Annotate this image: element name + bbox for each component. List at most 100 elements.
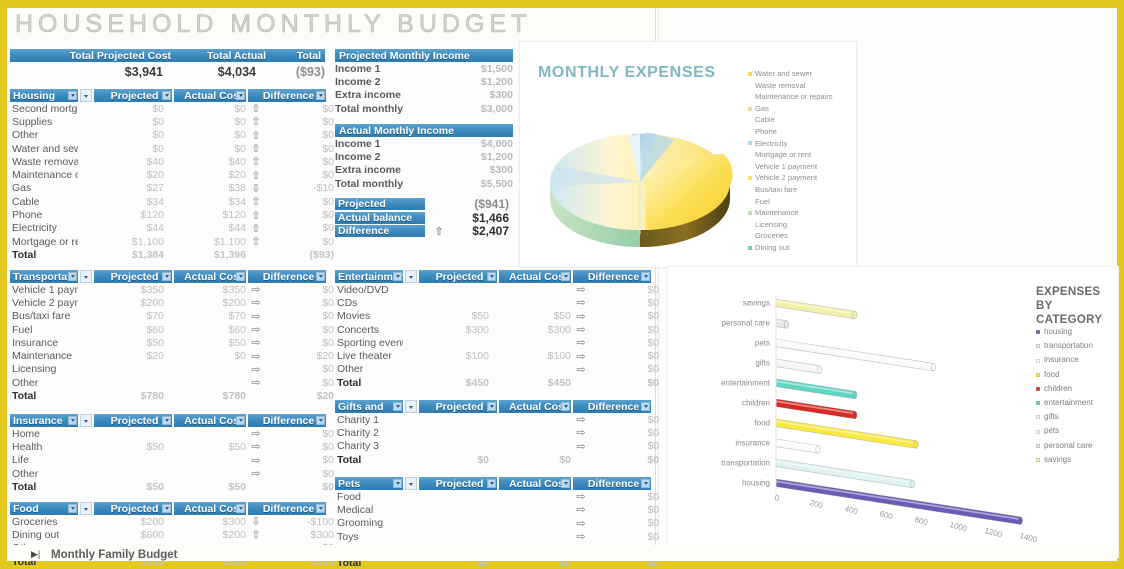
projected-income-rows: Income 1 $1,500 Income 2 $1,200 Extra income… bbox=[335, 62, 513, 115]
filter-dropdown-icon[interactable] bbox=[405, 477, 417, 490]
table-header-actual[interactable]: Actual Cos bbox=[174, 502, 246, 515]
filter-dropdown-icon[interactable] bbox=[393, 272, 402, 281]
filter-dropdown-icon[interactable] bbox=[487, 272, 496, 281]
row-label: Other bbox=[12, 467, 39, 480]
row-difference: $0 bbox=[647, 323, 659, 336]
filter-dropdown-icon[interactable] bbox=[68, 416, 77, 425]
filter-dropdown-icon[interactable] bbox=[487, 402, 496, 411]
filter-dropdown-icon[interactable] bbox=[316, 416, 325, 425]
header-label: Difference bbox=[262, 414, 315, 427]
budget-table-housing: Housing Projected Actual Cos Difference Seco… bbox=[10, 89, 338, 262]
row-trend-icon: ⇧ bbox=[251, 129, 261, 142]
header-label: Actual Cos bbox=[509, 270, 564, 283]
row-trend-icon: ⇨ bbox=[251, 284, 261, 297]
table-row: Toys ⇨ $0 bbox=[335, 530, 663, 544]
filter-dropdown-icon[interactable] bbox=[561, 402, 570, 411]
row-projected: $780 bbox=[140, 390, 164, 403]
table-header-difference[interactable]: Difference bbox=[248, 270, 326, 283]
table-header-projected[interactable]: Projected bbox=[419, 270, 497, 283]
table-header-difference[interactable]: Difference bbox=[573, 400, 651, 413]
table-header-projected[interactable]: Projected bbox=[419, 477, 497, 490]
row-difference: $0 bbox=[322, 440, 334, 453]
filter-dropdown-icon[interactable] bbox=[405, 270, 417, 283]
filter-dropdown-icon[interactable] bbox=[162, 504, 171, 513]
filter-dropdown-icon[interactable] bbox=[80, 414, 92, 427]
table-header-category[interactable]: Gifts and bbox=[335, 400, 403, 413]
row-difference: $0 bbox=[647, 283, 659, 296]
row-trend-icon: ⇧ bbox=[251, 169, 261, 182]
row-trend-icon: ⇨ bbox=[251, 468, 261, 481]
filter-dropdown-icon[interactable] bbox=[236, 91, 245, 100]
table-header-difference[interactable]: Difference bbox=[248, 502, 326, 515]
filter-dropdown-icon[interactable] bbox=[162, 416, 171, 425]
legend-label: Phone bbox=[755, 126, 777, 136]
row-projected: $0 bbox=[152, 102, 164, 115]
row-label: Grooming bbox=[337, 517, 384, 530]
table-header-category[interactable]: Entertainment bbox=[335, 270, 403, 283]
filter-dropdown-icon[interactable] bbox=[162, 91, 171, 100]
table-header-actual[interactable]: Actual Cos bbox=[174, 89, 246, 102]
table-header-category[interactable]: Food bbox=[10, 502, 78, 515]
row-label: Charity 2 bbox=[337, 426, 380, 439]
filter-dropdown-icon[interactable] bbox=[316, 272, 325, 281]
filter-dropdown-icon[interactable] bbox=[641, 402, 650, 411]
filter-dropdown-icon[interactable] bbox=[561, 272, 570, 281]
table-header-projected[interactable]: Projected bbox=[94, 502, 172, 515]
table-row: Phone $120 $120 ⇧ $0 bbox=[10, 208, 338, 222]
filter-dropdown-icon[interactable] bbox=[641, 479, 650, 488]
table-header-difference[interactable]: Difference bbox=[248, 414, 326, 427]
row-projected: $1,384 bbox=[131, 248, 164, 261]
row-difference: $0 bbox=[647, 517, 659, 530]
next-sheet-icon[interactable]: ▶| bbox=[31, 549, 40, 560]
pie-legend-item: Maintenance bbox=[748, 207, 856, 219]
filter-dropdown-icon[interactable] bbox=[68, 91, 77, 100]
filter-dropdown-icon[interactable] bbox=[162, 272, 171, 281]
filter-dropdown-icon[interactable] bbox=[68, 504, 77, 513]
filter-dropdown-icon[interactable] bbox=[236, 504, 245, 513]
table-header-category[interactable]: Insurance bbox=[10, 414, 78, 427]
table-header-difference[interactable]: Difference bbox=[248, 89, 326, 102]
bar-legend-item: insurance bbox=[1036, 353, 1120, 367]
filter-dropdown-icon[interactable] bbox=[561, 479, 570, 488]
row-projected: $20 bbox=[146, 350, 164, 363]
filter-dropdown-icon[interactable] bbox=[236, 272, 245, 281]
table-header-projected[interactable]: Projected bbox=[94, 89, 172, 102]
legend-swatch bbox=[748, 188, 752, 192]
table-header-difference[interactable]: Difference bbox=[573, 270, 651, 283]
balance-label: Difference bbox=[335, 225, 425, 238]
table-header-category[interactable]: Transportati bbox=[10, 270, 78, 283]
filter-dropdown-icon[interactable] bbox=[316, 91, 325, 100]
filter-dropdown-icon[interactable] bbox=[405, 400, 417, 413]
table-header-actual[interactable]: Actual Cos bbox=[174, 414, 246, 427]
filter-dropdown-icon[interactable] bbox=[316, 504, 325, 513]
filter-dropdown-icon[interactable] bbox=[393, 402, 402, 411]
legend-label: Maintenance bbox=[755, 208, 799, 218]
filter-dropdown-icon[interactable] bbox=[80, 270, 92, 283]
table-row: Gas $27 $38 ⇩ -$10 bbox=[10, 182, 338, 195]
balance-label: Actual balance bbox=[335, 211, 425, 224]
table-header-projected[interactable]: Projected bbox=[419, 400, 497, 413]
filter-dropdown-icon[interactable] bbox=[641, 272, 650, 281]
filter-dropdown-icon[interactable] bbox=[80, 89, 92, 102]
sheet-tab-monthly-family-budget[interactable]: Monthly Family Budget bbox=[51, 549, 178, 561]
filter-dropdown-icon[interactable] bbox=[487, 479, 496, 488]
table-row: Concerts $300 $300 ⇨ $0 bbox=[335, 323, 663, 337]
legend-swatch bbox=[1036, 429, 1040, 434]
table-header-category[interactable]: Housing bbox=[10, 89, 78, 102]
bar-legend-item: children bbox=[1036, 382, 1120, 396]
table-header-projected[interactable]: Projected bbox=[94, 414, 172, 427]
table-header-actual[interactable]: Actual Cos bbox=[499, 477, 571, 490]
filter-dropdown-icon[interactable] bbox=[80, 502, 92, 515]
table-header-actual[interactable]: Actual Cos bbox=[174, 270, 246, 283]
filter-dropdown-icon[interactable] bbox=[393, 479, 402, 488]
row-projected: $0 bbox=[152, 115, 164, 128]
table-header-projected[interactable]: Projected bbox=[94, 270, 172, 283]
table-header-actual[interactable]: Actual Cos bbox=[499, 270, 571, 283]
table-header-category[interactable]: Pets bbox=[335, 477, 403, 490]
filter-dropdown-icon[interactable] bbox=[236, 416, 245, 425]
balance-row: Projected ($941) bbox=[335, 197, 513, 211]
table-header-actual[interactable]: Actual Cos bbox=[499, 400, 571, 413]
table-header-difference[interactable]: Difference bbox=[573, 477, 651, 490]
filter-dropdown-icon[interactable] bbox=[68, 272, 77, 281]
row-difference: $0 bbox=[322, 427, 334, 440]
